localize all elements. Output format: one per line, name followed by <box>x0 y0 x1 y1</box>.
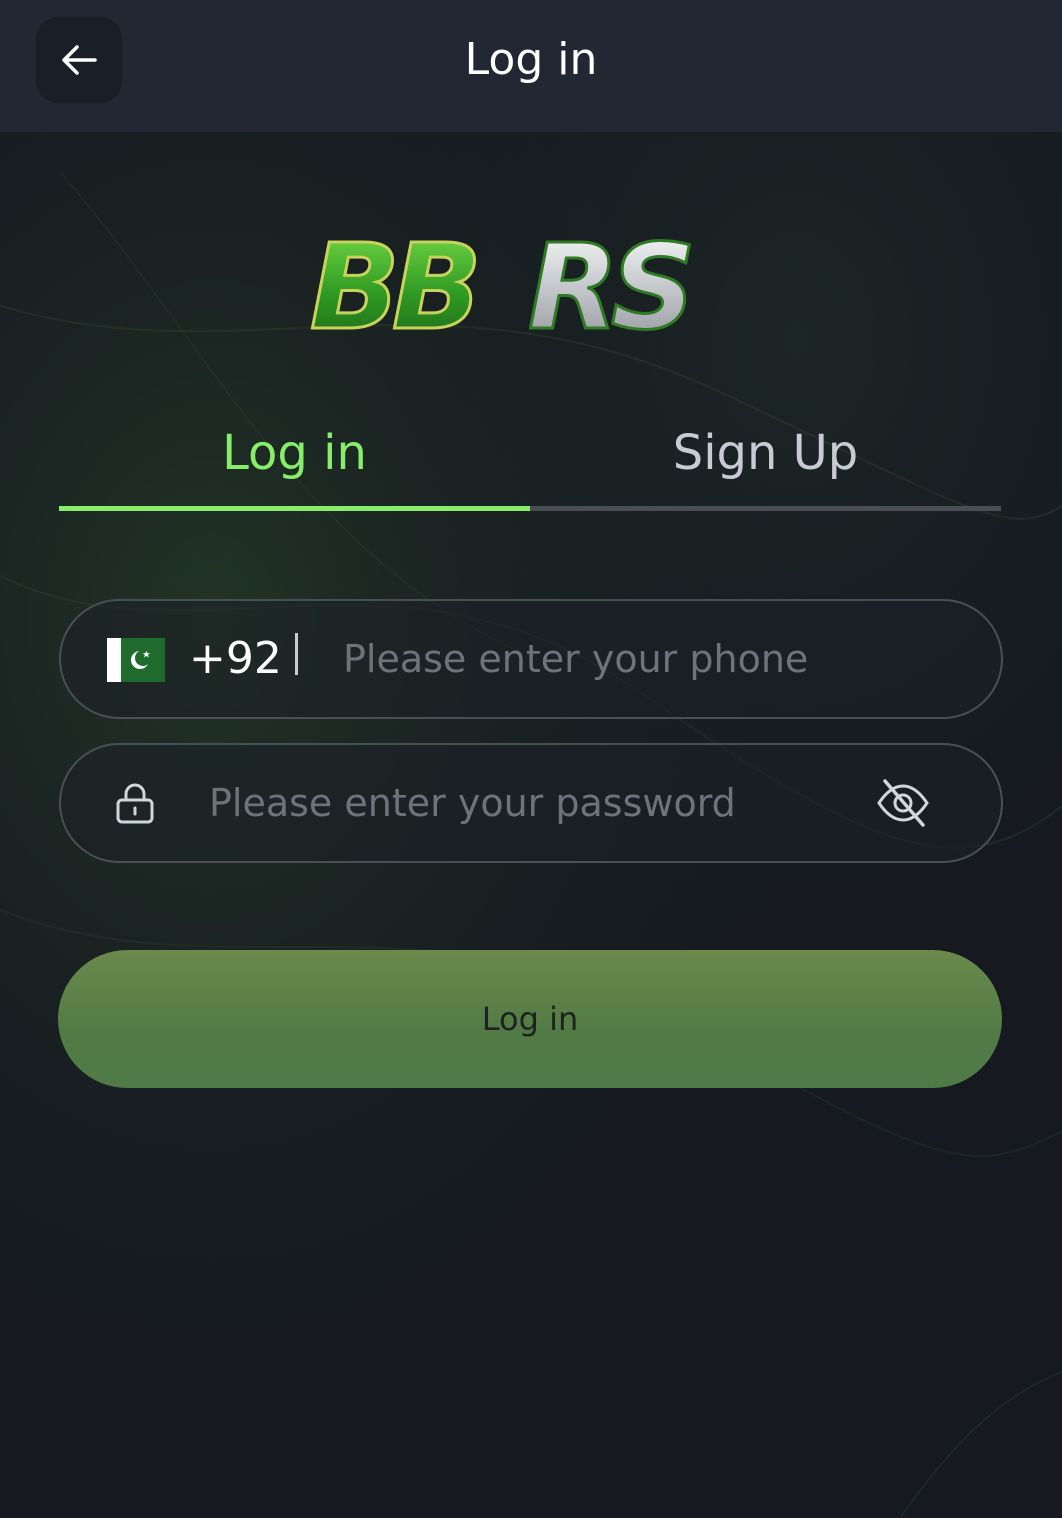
pakistan-flag-icon[interactable] <box>107 638 165 682</box>
bbrs-logo: BB RS <box>309 217 700 351</box>
tab-login[interactable]: Log in <box>59 400 530 506</box>
tab-active-indicator <box>59 506 530 511</box>
lock-icon <box>116 783 154 824</box>
login-page: Log in BB RS Log in Sign Up +92 Please e… <box>0 0 1062 1518</box>
auth-tabs: Log in Sign Up <box>59 400 1001 512</box>
svg-text:RS: RS <box>528 218 690 350</box>
password-input[interactable] <box>209 745 849 861</box>
field-divider <box>295 633 298 675</box>
password-field <box>59 743 1003 863</box>
tab-signup[interactable]: Sign Up <box>530 400 1001 506</box>
eye-off-icon[interactable] <box>875 777 931 829</box>
phone-field: +92 <box>59 599 1003 719</box>
svg-text:BB: BB <box>310 218 475 350</box>
page-title: Log in <box>464 34 598 85</box>
country-dial-code[interactable]: +92 <box>189 631 282 687</box>
top-bar: Log in <box>0 0 1062 132</box>
login-submit-button[interactable]: Log in <box>58 950 1002 1088</box>
phone-input[interactable] <box>343 601 963 717</box>
